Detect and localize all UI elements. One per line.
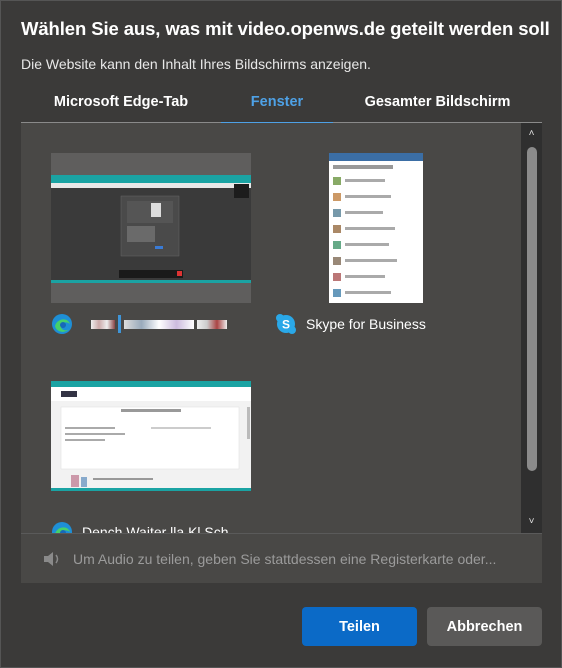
source-tabs: Microsoft Edge-Tab Fenster Gesamter Bild… (21, 87, 542, 124)
window-list: S Skype for Business Dench Waiter lla Kl… (21, 123, 521, 533)
window-label: Dench Waiter lla Kl Sch... (51, 521, 240, 533)
scrollbar-thumb[interactable] (527, 147, 537, 471)
skype-window-preview-image (329, 153, 423, 303)
window-label (51, 313, 227, 335)
tab-entire-screen[interactable]: Gesamter Bildschirm (333, 87, 542, 123)
window-preview (51, 381, 251, 491)
window-label-text: Skype for Business (306, 316, 426, 332)
redacted-label (91, 315, 227, 333)
dialog-subtitle: Die Website kann den Inhalt Ihres Bildsc… (21, 56, 371, 72)
share-button[interactable]: Teilen (302, 607, 417, 646)
window-preview (51, 153, 251, 303)
tab-edge-tab[interactable]: Microsoft Edge-Tab (21, 87, 221, 123)
edge-icon (52, 314, 72, 334)
window-thumbnail[interactable]: Dench Waiter lla Kl Sch... (51, 381, 251, 533)
share-screen-dialog: Wählen Sie aus, was mit video.openws.de … (0, 0, 562, 668)
tab-window[interactable]: Fenster (221, 87, 333, 124)
dialog-title: Wählen Sie aus, was mit video.openws.de … (21, 18, 550, 39)
scroll-down-icon[interactable]: ˅ (521, 513, 542, 531)
cancel-button[interactable]: Abbrechen (427, 607, 542, 646)
skype-icon: S (276, 314, 296, 334)
scroll-up-icon[interactable]: ˄ (521, 125, 542, 143)
edge-icon (52, 522, 72, 533)
window-label-text: Dench Waiter lla Kl Sch... (82, 524, 241, 533)
speaker-icon (44, 551, 59, 566)
window-label: S Skype for Business (275, 313, 426, 335)
scrollbar[interactable]: ˄ ˅ (521, 123, 542, 533)
svg-text:S: S (282, 318, 290, 332)
window-thumbnail[interactable] (51, 153, 251, 363)
browser-window-preview-image (51, 153, 251, 303)
audio-hint-text: Um Audio zu teilen, geben Sie stattdesse… (73, 550, 497, 567)
window-preview (329, 153, 423, 303)
audio-share-row: Um Audio zu teilen, geben Sie stattdesse… (21, 533, 542, 583)
window-thumbnail[interactable]: S Skype for Business (275, 153, 495, 363)
window-list-panel: S Skype for Business Dench Waiter lla Kl… (21, 123, 542, 583)
browser-window-preview-image (51, 381, 251, 491)
